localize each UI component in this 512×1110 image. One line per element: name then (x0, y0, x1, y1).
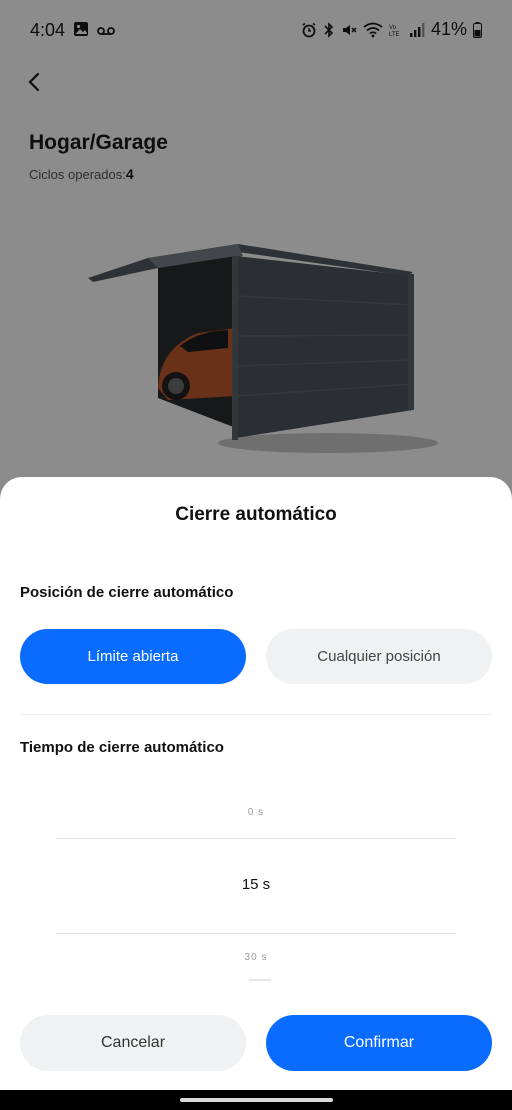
option-any-position-button[interactable]: Cualquier posición (266, 629, 492, 684)
position-section-label: Posición de cierre automático (20, 584, 234, 601)
sheet-title: Cierre automático (175, 504, 337, 525)
picker-divider-top (56, 838, 456, 839)
picker-divider-bottom (56, 933, 456, 934)
time-section-label: Tiempo de cierre automático (20, 739, 224, 756)
home-gesture-handle[interactable] (180, 1098, 333, 1102)
picker-item-0s[interactable]: 0 s (56, 807, 456, 818)
picker-next-item-peek (249, 979, 271, 981)
option-limit-open-button[interactable]: Límite abierta (20, 629, 246, 684)
picker-item-30s[interactable]: 30 s (56, 952, 456, 963)
picker-item-15s[interactable]: 15 s (56, 876, 456, 893)
auto-close-sheet: Cierre automático Posición de cierre aut… (0, 477, 512, 1090)
time-picker[interactable]: 0 s 15 s 30 s (56, 777, 456, 987)
confirm-button[interactable]: Confirmar (266, 1015, 492, 1071)
system-nav-bar (0, 1090, 512, 1110)
cancel-button[interactable]: Cancelar (20, 1015, 246, 1071)
section-divider (20, 714, 492, 715)
